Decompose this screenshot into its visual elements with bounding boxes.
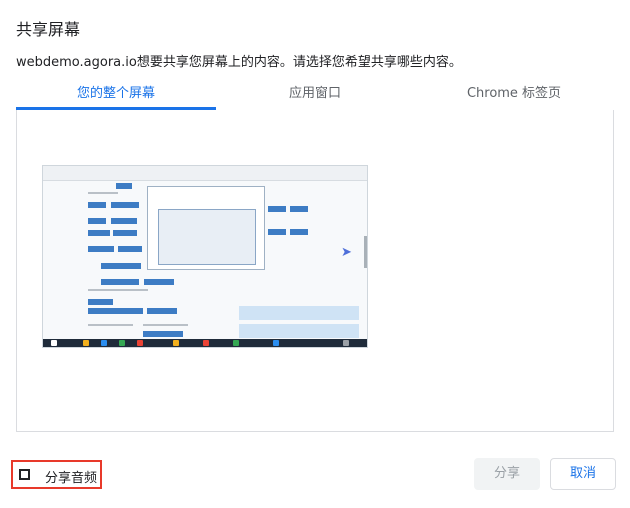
share-audio-label: 分享音频 [45, 471, 98, 486]
thumbnail-button [88, 202, 106, 208]
thumbnail-button [101, 279, 139, 285]
thumbnail-button [290, 229, 308, 235]
thumbnail-button [111, 202, 139, 208]
thumbnail-button [88, 299, 113, 305]
start-icon [51, 340, 57, 346]
thumbnail-button [88, 246, 114, 252]
thumbnail-info-box [239, 306, 359, 320]
thumbnail-scrollbar [364, 236, 367, 268]
thumbnail-button [268, 206, 286, 212]
tab-entire-screen[interactable]: 您的整个屏幕 [16, 80, 216, 110]
thumbnail-taskbar [43, 339, 367, 347]
taskbar-app-icon [119, 340, 125, 346]
taskbar-app-icon [173, 340, 179, 346]
thumbnail-text-line [88, 192, 118, 194]
thumbnail-button [88, 230, 110, 236]
taskbar-app-icon [233, 340, 239, 346]
thumbnail-button [101, 263, 141, 269]
dialog-title: 共享屏幕 [16, 20, 81, 39]
thumbnail-button [290, 206, 308, 212]
share-audio-checkbox[interactable] [19, 469, 30, 480]
thumbnail-text-line [88, 324, 133, 326]
taskbar-app-icon [203, 340, 209, 346]
bird-icon: ➤ [341, 245, 352, 260]
thumbnail-info-box [239, 324, 359, 338]
thumbnail-button [147, 308, 177, 314]
taskbar-app-icon [83, 340, 89, 346]
source-tabs: 您的整个屏幕 应用窗口 Chrome 标签页 [16, 80, 614, 111]
tab-chrome-tab[interactable]: Chrome 标签页 [414, 80, 614, 108]
share-button[interactable]: 分享 [474, 458, 540, 490]
thumbnail-button [88, 308, 143, 314]
tab-application-window[interactable]: 应用窗口 [215, 80, 415, 108]
thumbnail-browser-bar [43, 166, 367, 181]
share-audio-option[interactable]: 分享音频 [11, 460, 102, 489]
thumbnail-button [111, 218, 137, 224]
thumbnail-button [113, 230, 137, 236]
thumbnail-share-dialog [147, 186, 265, 270]
cancel-button[interactable]: 取消 [550, 458, 616, 490]
thumbnail-button [143, 331, 183, 337]
thumbnail-button [88, 218, 106, 224]
taskbar-app-icon [137, 340, 143, 346]
dialog-description: webdemo.agora.io想要共享您屏幕上的内容。请选择您希望共享哪些内容… [16, 55, 462, 70]
taskbar-app-icon [273, 340, 279, 346]
thumbnail-button [118, 246, 142, 252]
thumbnail-button [116, 183, 132, 189]
thumbnail-text-line [143, 324, 188, 326]
source-preview-panel: ➤ [16, 110, 614, 432]
screen-thumbnail[interactable]: ➤ [42, 165, 368, 348]
thumbnail-text-line [88, 289, 148, 291]
thumbnail-preview-frame [158, 209, 256, 265]
taskbar-tray-icon [343, 340, 349, 346]
thumbnail-button [144, 279, 174, 285]
taskbar-app-icon [101, 340, 107, 346]
thumbnail-button [268, 229, 286, 235]
